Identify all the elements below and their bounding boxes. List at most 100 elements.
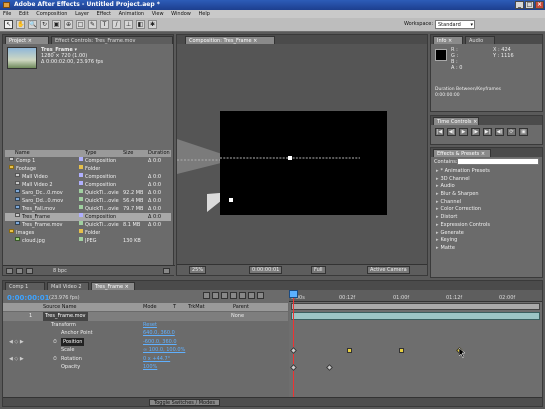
camera-select[interactable]: Active Camera (367, 266, 410, 274)
project-item-row[interactable]: Tres_Frame.mov QuickTi...ovie 8.1 MB Δ 0:0 (5, 221, 171, 229)
menu-effect[interactable]: Effect (94, 10, 114, 18)
column-trkmat[interactable]: TrkMat (188, 303, 205, 311)
effects-category[interactable]: Color Correction (434, 206, 540, 214)
column-parent[interactable]: Parent (233, 303, 249, 311)
tab-composition-tres-frame[interactable]: Composition: Tres_Frame × (185, 36, 275, 44)
rectangle-mask-tool-icon[interactable]: □ (76, 20, 85, 29)
property-row[interactable]: Scale ∞ 100.0, 100.0% (3, 346, 288, 355)
keyframe-rotation[interactable] (325, 363, 334, 372)
menu-window[interactable]: Window (168, 10, 194, 18)
trash-icon[interactable] (163, 268, 170, 274)
column-size[interactable]: Size (123, 150, 133, 157)
tab-time-controls[interactable]: Time Controls × (433, 117, 479, 125)
effects-category[interactable]: Audio (434, 183, 540, 191)
property-value[interactable]: 100% (143, 363, 157, 372)
effects-category[interactable]: 3D Channel (434, 176, 540, 184)
tab-info[interactable]: Info × (433, 36, 463, 44)
layer-parent[interactable]: None (231, 312, 244, 321)
project-item-row[interactable]: Saro_Dc...0.mov QuickTi...ovie 92.2 MB Δ 0:… (5, 189, 171, 197)
effects-category[interactable]: Matte (434, 245, 540, 253)
brainstorm-icon[interactable] (248, 292, 255, 299)
label-color-icon[interactable] (79, 237, 83, 241)
property-row[interactable]: ◀ ◇ ▶ ⏱ Rotation 0 x +44.7° (3, 355, 288, 364)
tab-comp-1[interactable]: Comp 1 (5, 282, 45, 290)
composition-viewer[interactable] (177, 44, 427, 264)
label-color-icon[interactable] (79, 229, 83, 233)
label-color-icon[interactable] (79, 189, 83, 193)
keyframe-position[interactable] (347, 348, 352, 353)
timeline-graph[interactable]: 0:00s 00:12f 01:00f 01:12f 02:00f (289, 290, 542, 399)
tab-effects-presets[interactable]: Effects & Presets × (433, 149, 491, 157)
column-name[interactable]: Name (15, 150, 30, 157)
workspace-select[interactable]: Standard (435, 20, 475, 29)
magnification-select[interactable]: 25% (189, 266, 207, 274)
tab-audio[interactable]: Audio (465, 36, 495, 44)
label-color-icon[interactable] (79, 173, 83, 177)
previous-frame-icon[interactable]: ◀| (447, 128, 456, 136)
toggle-switches-modes-button[interactable]: Toggle Switches / Modes (149, 399, 220, 406)
rotate-tool-icon[interactable]: ↻ (40, 20, 49, 29)
tab-mall-video-2[interactable]: Mall Video 2 (47, 282, 89, 290)
close-window-button[interactable]: × (535, 1, 544, 9)
puppet-tool-icon[interactable]: ✱ (148, 20, 157, 29)
tab-tres-frame[interactable]: Tres_Frame × (91, 282, 135, 290)
new-folder-icon[interactable] (16, 268, 23, 274)
project-item-row[interactable]: Tres_Fall.mov QuickTi...ovie 79.7 MB Δ 0:0 (5, 205, 171, 213)
hand-tool-icon[interactable]: ✋ (16, 20, 25, 29)
layer-duration-bar[interactable] (291, 312, 540, 320)
keyframe-rotation[interactable] (289, 363, 298, 372)
anchor-point-handle[interactable] (229, 198, 233, 202)
label-color-icon[interactable] (79, 197, 83, 201)
eraser-tool-icon[interactable]: ◧ (136, 20, 145, 29)
live-update-icon[interactable] (203, 292, 210, 299)
label-color-icon[interactable] (79, 165, 83, 169)
draft-3d-icon[interactable] (212, 292, 219, 299)
project-item-row[interactable]: Mall Video 2 Composition Δ 0:0 (5, 181, 171, 189)
keyframe-navigator-icon[interactable]: ◀ ◇ ▶ (9, 355, 24, 364)
play-icon[interactable]: ▶ (459, 128, 468, 136)
label-color-icon[interactable] (79, 221, 83, 225)
property-value[interactable]: ∞ 100.0, 100.0% (143, 346, 185, 355)
menu-layer[interactable]: Layer (72, 10, 92, 18)
pen-tool-icon[interactable]: ✎ (88, 20, 97, 29)
ram-preview-icon[interactable]: ▣ (519, 128, 528, 136)
column-mode[interactable]: Mode (143, 303, 157, 311)
work-area-bar[interactable] (291, 303, 540, 310)
project-item-row[interactable]: Images Folder (5, 229, 171, 237)
selection-tool-icon[interactable]: ↖ (4, 20, 13, 29)
tab-project[interactable]: Project × (5, 36, 49, 44)
graph-editor-icon[interactable] (257, 292, 264, 299)
time-ruler[interactable]: 0:00s 00:12f 01:00f 01:12f 02:00f (289, 290, 542, 302)
composition-canvas[interactable] (220, 111, 387, 215)
keyframe-position[interactable] (289, 346, 298, 355)
shy-layers-icon[interactable] (221, 292, 228, 299)
minimize-button[interactable]: _ (515, 1, 524, 9)
timeline-current-time[interactable]: 0:00:00:01 (7, 294, 50, 302)
frame-blending-icon[interactable] (230, 292, 237, 299)
interpret-footage-icon[interactable] (6, 268, 13, 274)
motion-blur-icon[interactable] (239, 292, 246, 299)
menu-help[interactable]: Help (195, 10, 212, 18)
effects-search-input[interactable] (457, 158, 539, 165)
property-value[interactable]: -600.0, 360.0 (143, 338, 177, 347)
zoom-tool-icon[interactable]: 🔍 (28, 20, 37, 29)
effects-category[interactable]: Generate (434, 230, 540, 238)
menu-edit[interactable]: Edit (16, 10, 32, 18)
column-t[interactable]: T (173, 303, 176, 311)
property-row[interactable]: Anchor Point 640.0, 360.0 (3, 329, 288, 338)
property-value[interactable]: 0 x +44.7° (143, 355, 170, 364)
project-item-row[interactable]: Saro_Dd...0.mov QuickTi...ovie 56.4 MB Δ 0:… (5, 197, 171, 205)
label-color-icon[interactable] (79, 181, 83, 185)
project-item-row[interactable]: Footage Folder (5, 165, 171, 173)
layer-name[interactable]: Tres_Frame.mov (43, 312, 88, 321)
brush-tool-icon[interactable]: / (112, 20, 121, 29)
audio-icon[interactable]: ◀) (495, 128, 504, 136)
menu-animation[interactable]: Animation (116, 10, 148, 18)
last-frame-icon[interactable]: ▶| (483, 128, 492, 136)
project-item-row[interactable]: Mall Video Composition Δ 0:0 (5, 173, 171, 181)
property-row[interactable]: Transform Reset (3, 321, 288, 330)
project-item-row[interactable]: Tres_Frame Composition Δ 0:0 (5, 213, 171, 221)
keyframe-position[interactable] (399, 348, 404, 353)
effects-category[interactable]: Blur & Sharpen (434, 191, 540, 199)
stopwatch-icon[interactable]: ⏱ (53, 355, 57, 364)
